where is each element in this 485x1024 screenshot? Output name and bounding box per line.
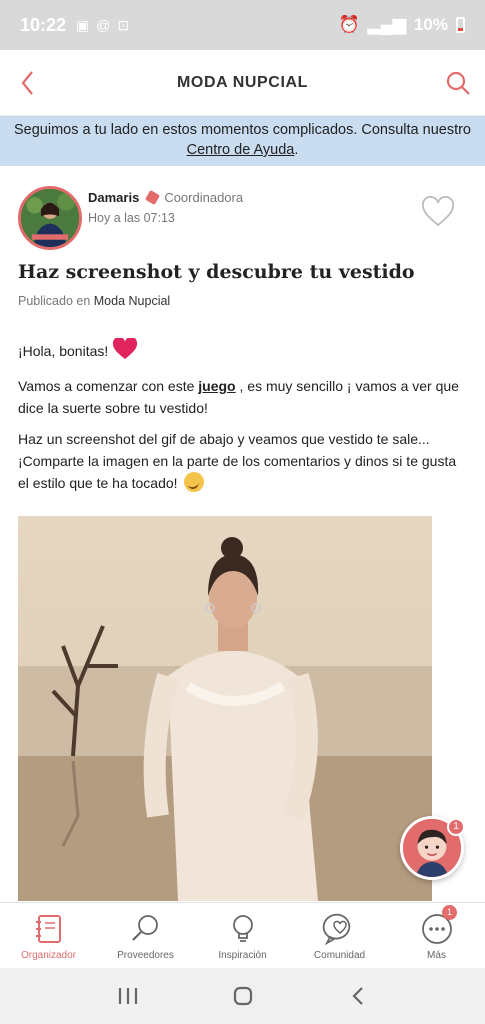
battery-percent: 10%: [413, 15, 448, 34]
nav-proveedores[interactable]: Proveedores: [97, 903, 194, 968]
avatar[interactable]: [18, 186, 82, 250]
nav-label-mas: Más: [427, 950, 446, 961]
search-icon: [131, 915, 158, 941]
status-time: 10:22: [20, 14, 67, 35]
signal-icon: ▂▄▆: [367, 15, 406, 34]
smile-emoji-icon: [184, 472, 205, 492]
status-notification-icons: ▣ @ ⊡: [76, 17, 129, 34]
nav-mas[interactable]: Más 1: [388, 903, 485, 968]
status-bar: 10:22 ▣ @ ⊡ ⏰ ▂▄▆ 10%: [0, 0, 485, 50]
badge-hexagon-icon: [145, 189, 161, 206]
author-role: Coordinadora: [164, 190, 244, 205]
paragraph-instructions: Haz un screenshot del gif de abajo y vea…: [18, 428, 468, 494]
game-link[interactable]: juego: [198, 378, 235, 394]
home-icon[interactable]: [223, 976, 263, 1016]
post-body: ¡Hola, bonitas! Vamos a comenzar con est…: [18, 336, 468, 503]
published-in: Publicado en Moda Nupcial: [18, 294, 170, 308]
help-center-link[interactable]: Centro de Ayuda: [187, 142, 295, 158]
greeting-text: ¡Hola, bonitas!: [18, 343, 113, 359]
instructions-text: Haz un screenshot del gif de abajo y vea…: [18, 431, 457, 491]
more-badge: 1: [442, 905, 457, 920]
recent-apps-icon[interactable]: [108, 976, 148, 1016]
nav-label-proveedores: Proveedores: [117, 950, 174, 961]
status-right: ⏰ ▂▄▆ 10%: [339, 15, 465, 35]
heart-outline-icon[interactable]: [421, 195, 455, 228]
author-name[interactable]: Damaris: [88, 190, 139, 205]
bride-photo[interactable]: [18, 516, 432, 901]
lightbulb-icon: [232, 915, 253, 942]
banner-text: Seguimos a tu lado en estos momentos com…: [14, 122, 471, 138]
post-title: Haz screenshot y descubre tu vestido: [18, 261, 415, 283]
nav-comunidad[interactable]: Comunidad: [291, 903, 388, 968]
battery-icon: [456, 17, 465, 33]
page-title: MODA NUPCIAL: [176, 73, 309, 91]
paragraph-intro: Vamos a comenzar con este juego , es muy…: [18, 375, 468, 419]
system-nav-bar: [0, 968, 485, 1024]
heart-emoji-icon: [112, 336, 138, 366]
back-nav-icon[interactable]: [338, 976, 378, 1016]
banner-period: .: [294, 142, 299, 158]
search-icon[interactable]: [443, 68, 473, 98]
post-time: Hoy a las 07:13: [88, 211, 175, 225]
info-banner: Seguimos a tu lado en estos momentos com…: [0, 116, 485, 166]
paragraph-greeting: ¡Hola, bonitas!: [18, 336, 468, 366]
category-link[interactable]: Moda Nupcial: [94, 294, 170, 308]
bottom-nav: Organizador Proveedores Inspiración Comu…: [0, 902, 485, 968]
nav-label-inspiracion: Inspiración: [218, 950, 267, 961]
nav-label-comunidad: Comunidad: [313, 950, 366, 961]
nav-organizador[interactable]: Organizador: [0, 903, 97, 968]
chat-heart-icon: [322, 913, 350, 946]
published-prefix: Publicado en: [18, 294, 91, 308]
chat-badge: 1: [447, 818, 465, 836]
chevron-left-icon[interactable]: [14, 68, 44, 98]
intro-text-before: Vamos a comenzar con este: [18, 378, 199, 394]
at-icon: @: [96, 16, 111, 33]
notebook-icon: [35, 915, 61, 943]
nav-inspiracion[interactable]: Inspiración: [194, 903, 291, 968]
lock-icon: ⊡: [117, 16, 130, 33]
post-meta: Damaris Coordinadora Hoy a las 07:13: [88, 189, 244, 225]
alarm-icon: ⏰: [338, 15, 360, 34]
app-bar: MODA NUPCIAL: [0, 50, 485, 116]
message-icon: ▣: [76, 16, 90, 33]
nav-label-organizador: Organizador: [20, 950, 77, 961]
